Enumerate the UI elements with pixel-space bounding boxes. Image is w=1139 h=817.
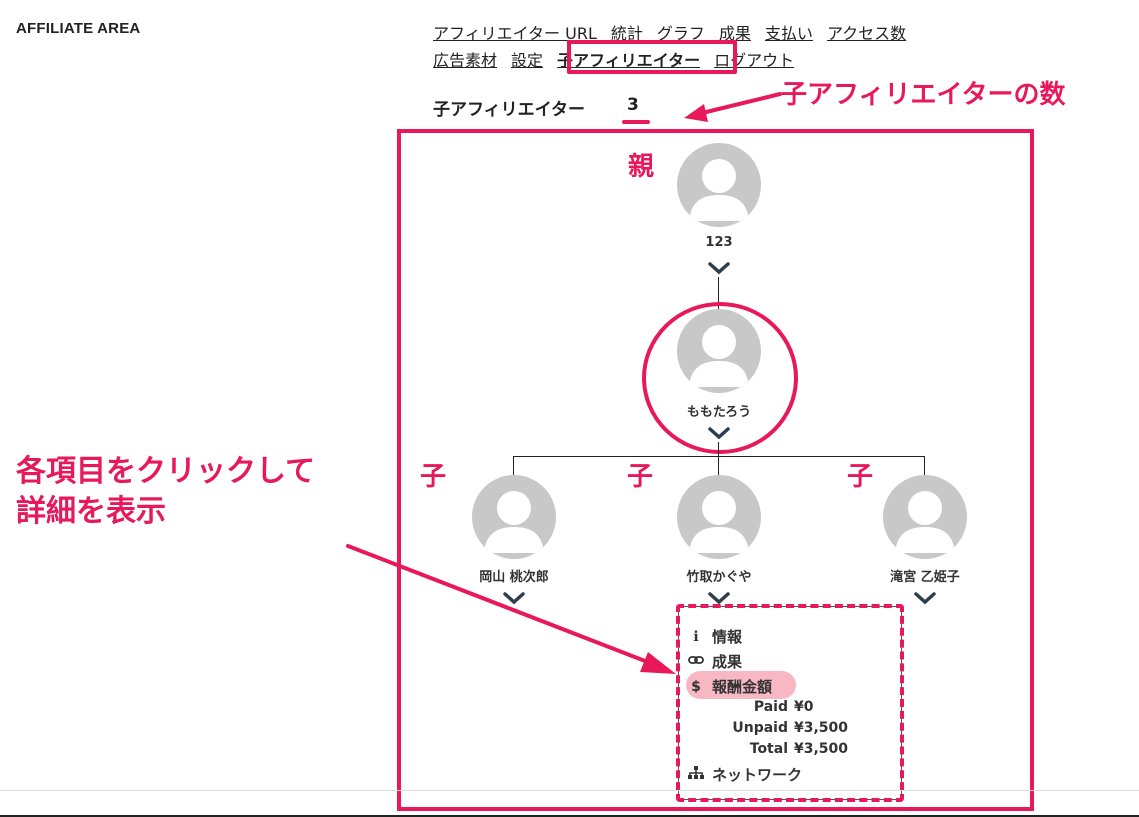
arrow-to-count [684,92,782,122]
total-label: Total [749,741,788,757]
child-count-value: 3 [627,95,639,115]
sitemap-icon [688,765,704,784]
chevron-down-icon[interactable] [707,426,731,440]
node-name-child-3: 滝宮 乙姫子 [890,570,960,585]
avatar-child-2[interactable] [677,475,761,559]
paid-value: ¥0 [794,699,814,715]
menu-item-info-label: 情報 [712,628,743,646]
menu-item-reward-label: 報酬金額 [712,678,773,696]
callout-child-1: 子 [420,462,447,492]
menu-item-network[interactable]: ネットワーク [688,764,802,785]
user-silhouette-icon [689,325,749,387]
node-name-root: 123 [705,235,733,250]
callout-click-line1: 各項目をクリックして [16,454,316,489]
callout-click-line2: 詳細を表示 [16,494,166,529]
avatar-child-3[interactable] [883,475,967,559]
chevron-down-icon[interactable] [707,261,731,275]
paid-label: Paid [753,699,788,715]
avatar-self[interactable] [677,309,761,393]
avatar-root[interactable] [677,143,761,227]
tree-connector [718,442,719,456]
node-name-self: ももたろう [686,405,752,420]
callout-click-details: 各項目をクリックして 詳細を表示 [16,452,315,532]
menu-item-info[interactable]: ℹ 情報 [688,626,742,647]
callout-child-3: 子 [847,462,874,492]
unpaid-value: ¥3,500 [794,720,849,736]
dollar-icon: $ [691,678,701,695]
detail-menu-items: ℹ 情報 成果 $ 報酬金額 Paid ¥0 Unpaid ¥3,500 Total… [678,606,902,800]
info-icon: ℹ [693,628,699,645]
reward-unpaid-row: Unpaid ¥3,500 [678,720,848,736]
nav-payments[interactable]: 支払い [765,24,813,43]
nav-ad-materials[interactable]: 広告素材 [433,51,497,70]
menu-item-results-label: 成果 [712,653,743,671]
reward-total-row: Total ¥3,500 [678,741,848,757]
user-silhouette-icon [895,491,955,553]
chevron-down-icon[interactable] [913,591,937,605]
nav-highlight-box [567,40,737,74]
tree-connector [718,456,719,476]
user-silhouette-icon [689,159,749,221]
child-count-label: 子アフィリエイター [433,100,585,120]
tree-connector [513,456,514,476]
affiliate-area-title: AFFILIATE AREA [16,20,141,37]
menu-item-network-label: ネットワーク [712,766,803,784]
nav-settings[interactable]: 設定 [511,51,543,70]
link-icon [688,654,704,670]
menu-item-reward[interactable]: $ 報酬金額 [688,676,772,697]
nav-access-count[interactable]: アクセス数 [827,24,906,43]
user-silhouette-icon [689,491,749,553]
unpaid-label: Unpaid [732,720,788,736]
callout-child-count: 子アフィリエイターの数 [781,80,1066,110]
menu-item-results[interactable]: 成果 [688,651,742,672]
arrow-to-menu [346,544,676,674]
callout-parent: 親 [628,152,655,182]
content-divider [0,790,1139,791]
reward-paid-row: Paid ¥0 [678,699,814,715]
chevron-down-icon[interactable] [707,591,731,605]
callout-child-2: 子 [627,462,654,492]
total-value: ¥3,500 [794,741,849,757]
tree-connector [924,456,925,476]
count-underline [622,120,650,124]
